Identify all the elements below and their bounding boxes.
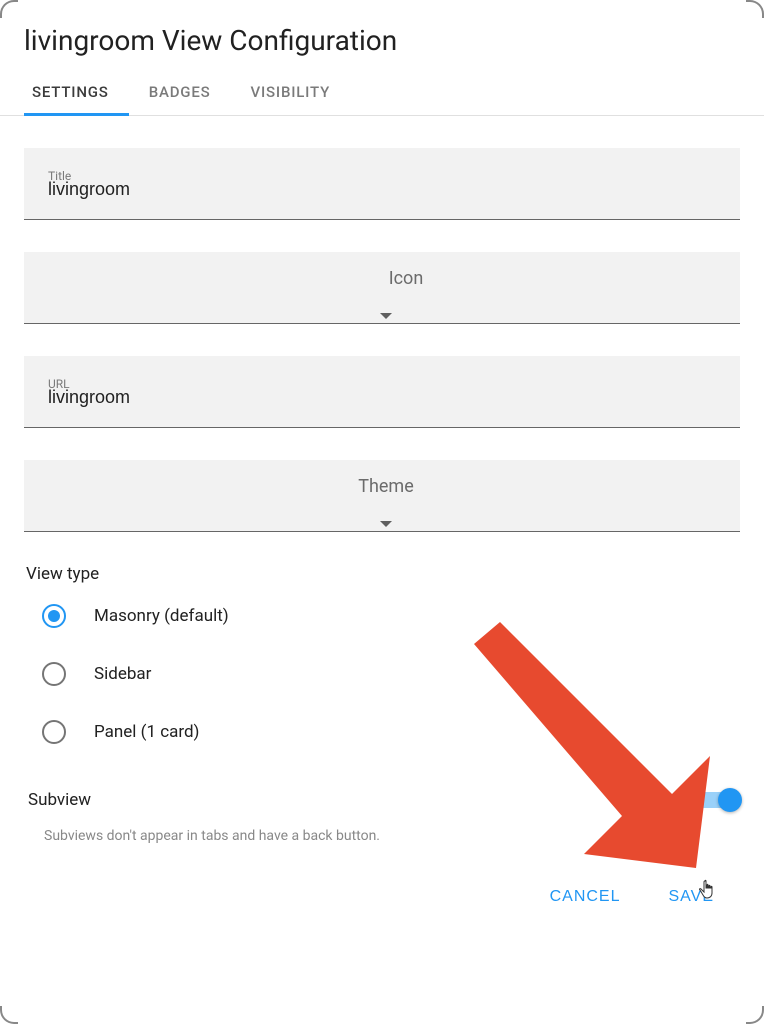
radio-label: Panel (1 card) — [94, 722, 199, 742]
view-type-radio-group: Masonry (default) Sidebar Panel (1 card) — [24, 604, 740, 744]
tab-settings[interactable]: SETTINGS — [24, 69, 129, 115]
url-input[interactable] — [48, 387, 724, 408]
tab-badges[interactable]: BADGES — [129, 69, 231, 115]
url-field[interactable]: URL — [24, 356, 740, 428]
view-type-label: View type — [24, 564, 740, 584]
radio-label: Sidebar — [94, 664, 151, 684]
cancel-button[interactable]: CANCEL — [546, 880, 625, 914]
subview-toggle[interactable] — [696, 792, 736, 808]
theme-field-label: Theme — [358, 476, 414, 497]
subview-row: Subview — [24, 788, 740, 812]
title-input[interactable] — [48, 179, 724, 200]
view-configuration-dialog: livingroom View Configuration SETTINGS B… — [0, 0, 764, 1024]
theme-field[interactable]: Theme — [24, 460, 740, 532]
radio-icon — [42, 604, 66, 628]
title-field[interactable]: Title — [24, 148, 740, 220]
icon-field[interactable]: Icon — [24, 252, 740, 324]
dialog-actions: CANCEL SAVE — [0, 880, 764, 934]
radio-icon — [42, 720, 66, 744]
subview-helper-text: Subviews don't appear in tabs and have a… — [24, 828, 740, 844]
subview-label: Subview — [28, 790, 91, 810]
dialog-title: livingroom View Configuration — [0, 0, 764, 69]
form-body: Title Icon URL Theme View type — [0, 116, 764, 844]
radio-label: Masonry (default) — [94, 606, 229, 626]
radio-option-panel[interactable]: Panel (1 card) — [42, 720, 740, 744]
radio-option-sidebar[interactable]: Sidebar — [42, 662, 740, 686]
save-button[interactable]: SAVE — [665, 880, 719, 914]
radio-option-masonry[interactable]: Masonry (default) — [42, 604, 740, 628]
tab-visibility[interactable]: VISIBILITY — [231, 69, 351, 115]
corner-decoration — [746, 1006, 764, 1024]
dialog-tabs: SETTINGS BADGES VISIBILITY — [0, 69, 764, 116]
toggle-thumb — [718, 788, 742, 812]
corner-decoration — [0, 1006, 18, 1024]
dropdown-icon — [380, 304, 392, 323]
icon-field-label: Icon — [349, 268, 424, 289]
radio-icon — [42, 662, 66, 686]
dropdown-icon — [380, 512, 392, 531]
